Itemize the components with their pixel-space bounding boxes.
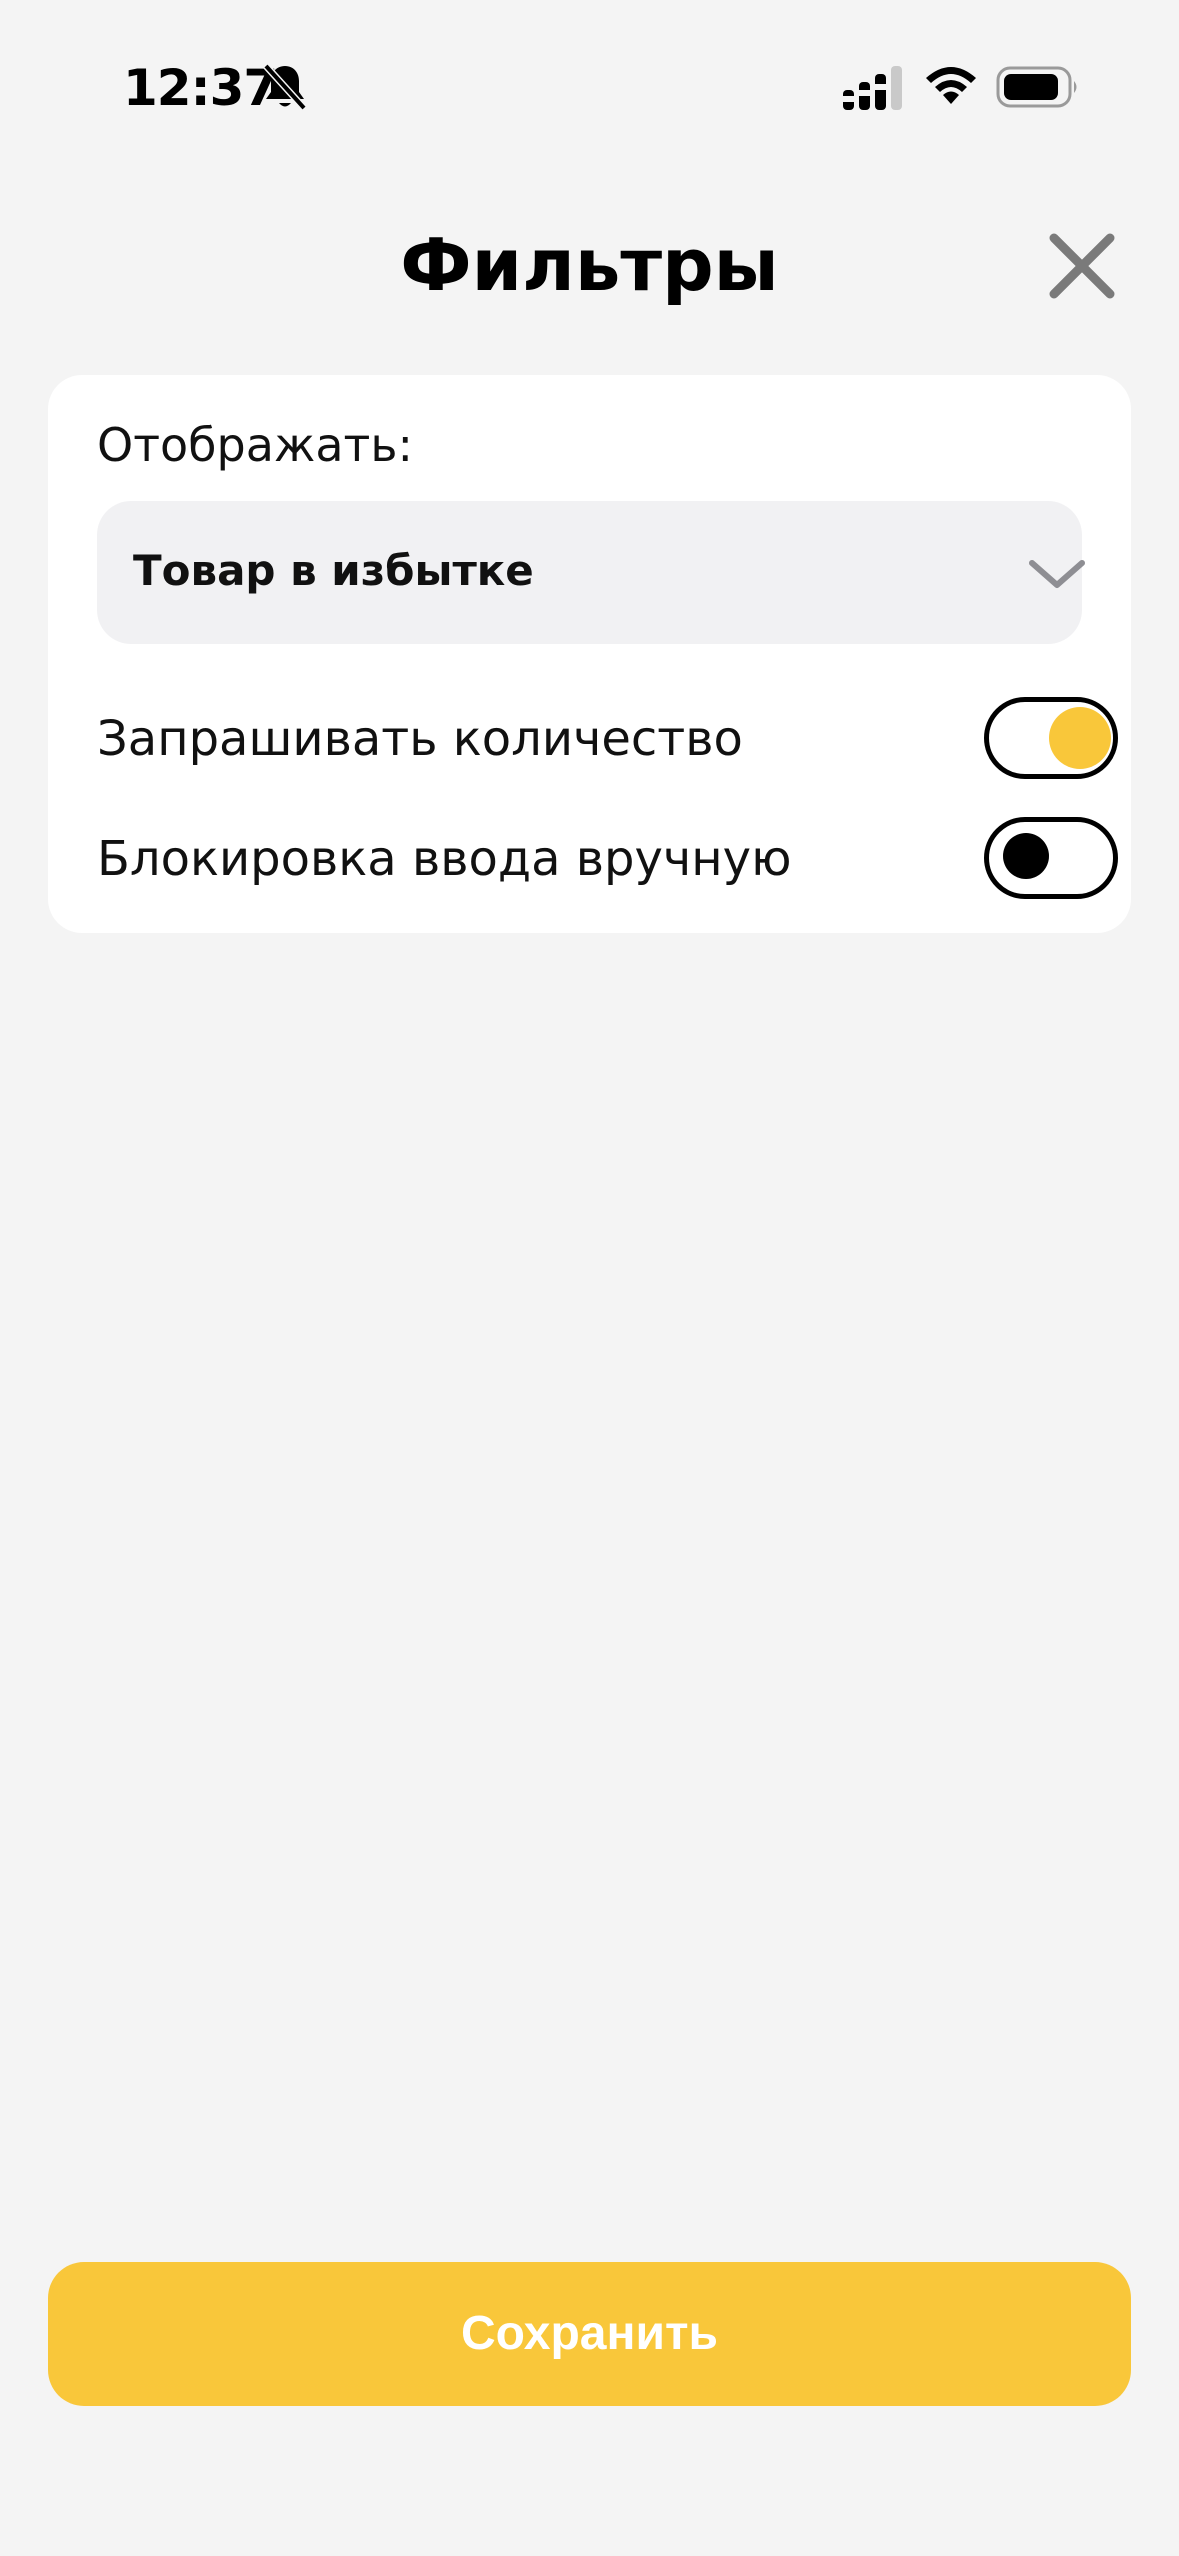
battery-icon [996, 66, 1077, 108]
toggle-row-request-quantity: Запрашивать количество [97, 697, 1118, 787]
toggle-label-request-quantity: Запрашивать количество [97, 711, 743, 767]
manual-input-lock-toggle[interactable] [984, 817, 1118, 899]
bell-slash-icon [263, 63, 307, 111]
status-time: 12:37 [123, 59, 278, 117]
toggle-row-manual-input-lock: Блокировка ввода вручную [97, 817, 1118, 907]
page-title: Фильтры [400, 223, 779, 307]
save-button-label: Сохранить [460, 2307, 718, 2360]
toggle-label-manual-input-lock: Блокировка ввода вручную [97, 831, 792, 887]
display-label: Отображать: [97, 418, 413, 472]
filter-card: Отображать: Товар в избытке Запрашивать … [48, 375, 1131, 933]
chevron-down-icon [1029, 560, 1085, 588]
display-select-value: Товар в избытке [133, 546, 534, 595]
request-quantity-toggle[interactable] [984, 697, 1118, 779]
wifi-icon [926, 67, 976, 104]
signal-icon [843, 66, 902, 110]
display-select[interactable]: Товар в избытке [97, 501, 1085, 644]
toggle-knob [1003, 833, 1049, 879]
toggle-knob [1049, 707, 1111, 769]
status-bar: 12:37 [0, 0, 1179, 150]
close-icon[interactable] [1044, 228, 1120, 304]
save-button[interactable]: Сохранить [48, 2262, 1131, 2406]
